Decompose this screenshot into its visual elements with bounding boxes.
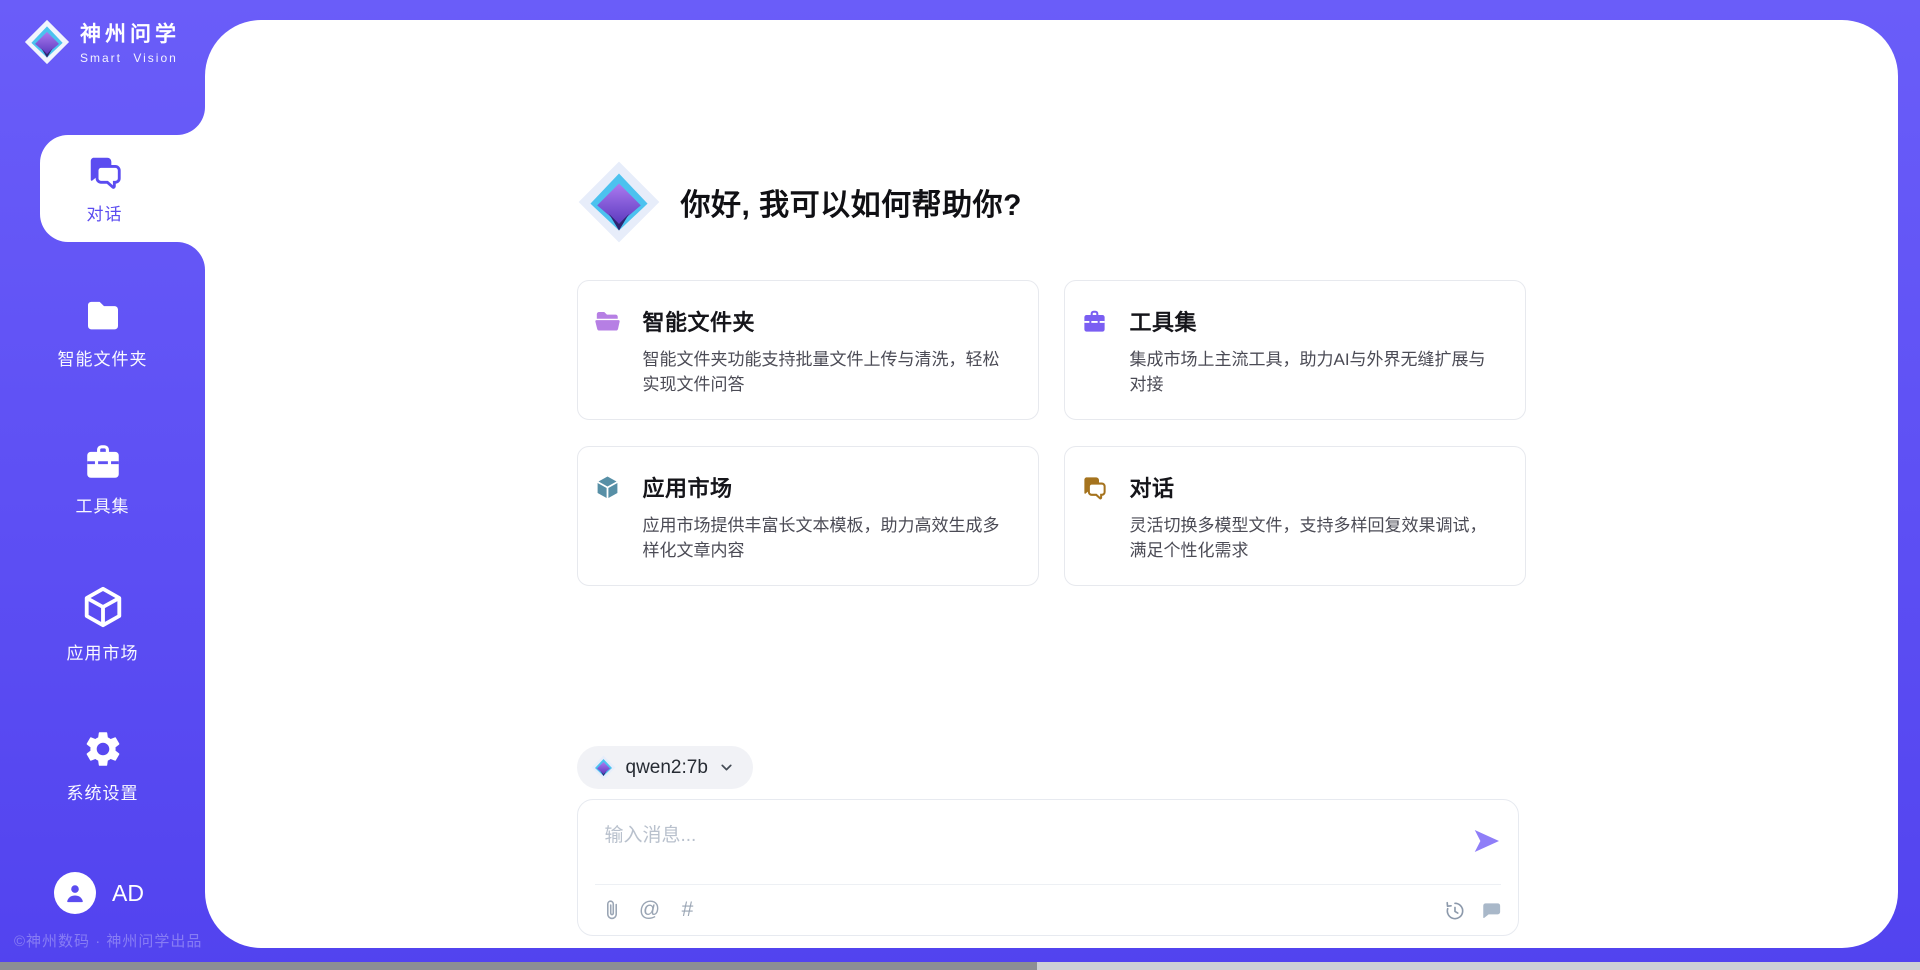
send-icon <box>1472 826 1502 856</box>
brand-text: 神州问学 Smart Vision <box>80 18 180 65</box>
assistant-logo-icon <box>577 160 661 244</box>
composer-right-group <box>1443 898 1504 922</box>
hash-button[interactable]: # <box>676 898 700 922</box>
copyright-text: ©神州数码 · 神州问学出品 <box>14 930 202 951</box>
card-description: 智能文件夹功能支持批量文件上传与清洗，轻松实现文件问答 <box>643 347 1015 397</box>
sidebar-item-chat[interactable]: 对话 <box>40 135 205 242</box>
card-app-market[interactable]: 应用市场 应用市场提供丰富长文本模板，助力高效生成多样化文章内容 <box>577 446 1039 586</box>
chevron-down-icon <box>718 759 735 776</box>
tab-fillet-top <box>177 107 205 135</box>
user-initials: AD <box>112 880 144 907</box>
user-profile[interactable]: AD <box>54 872 144 914</box>
card-description: 应用市场提供丰富长文本模板，助力高效生成多样化文章内容 <box>643 513 1015 563</box>
greeting-title: 你好, 我可以如何帮助你? <box>681 180 1023 224</box>
folder-icon <box>594 308 621 335</box>
cube-icon <box>594 474 621 501</box>
model-name: qwen2:7b <box>626 757 708 779</box>
folder-icon <box>82 296 124 336</box>
model-selector-row: qwen2:7b <box>577 746 1527 789</box>
card-smart-folders[interactable]: 智能文件夹 智能文件夹功能支持批量文件上传与清洗，轻松实现文件问答 <box>577 280 1039 420</box>
mention-button[interactable]: @ <box>638 898 662 922</box>
horizontal-scrollbar[interactable] <box>0 962 1920 970</box>
card-chat[interactable]: 对话 灵活切换多模型文件，支持多样回复效果调试，满足个性化需求 <box>1064 446 1526 586</box>
feature-cards: 智能文件夹 智能文件夹功能支持批量文件上传与清洗，轻松实现文件问答 工具集 集成… <box>577 280 1527 586</box>
send-button[interactable] <box>1472 826 1502 856</box>
card-title: 应用市场 <box>643 471 733 503</box>
brand-subtitle: Smart Vision <box>80 51 180 65</box>
main-content: 你好, 我可以如何帮助你? 智能文件夹 智能文件夹功能支持批量文件上传与清洗，轻… <box>577 160 1527 936</box>
sidebar: 神州问学 Smart Vision 对话 智能文件夹 工具集 <box>0 0 205 970</box>
history-icon <box>1443 899 1466 922</box>
toolbox-icon <box>1081 308 1108 335</box>
sidebar-item-label: 工具集 <box>76 492 130 517</box>
sidebar-item-market[interactable]: 应用市场 <box>0 584 205 664</box>
model-selector[interactable]: qwen2:7b <box>577 746 753 789</box>
sidebar-item-label: 对话 <box>87 200 123 225</box>
sidebar-item-label: 系统设置 <box>67 779 139 804</box>
avatar <box>54 872 96 914</box>
card-title: 对话 <box>1130 471 1175 503</box>
main-panel: 你好, 我可以如何帮助你? 智能文件夹 智能文件夹功能支持批量文件上传与清洗，轻… <box>205 20 1898 948</box>
composer-toolbar: @ # <box>600 885 1504 935</box>
sidebar-item-tools[interactable]: 工具集 <box>0 441 205 517</box>
attach-file-button[interactable] <box>600 898 624 922</box>
card-title: 智能文件夹 <box>643 305 756 337</box>
sidebar-item-settings[interactable]: 系统设置 <box>0 728 205 804</box>
scrollbar-thumb[interactable] <box>0 962 1037 970</box>
conversations-button[interactable] <box>1480 898 1504 922</box>
message-input[interactable] <box>605 820 1465 878</box>
person-icon <box>62 880 88 906</box>
tab-fillet-bottom <box>177 242 205 270</box>
sidebar-item-label: 智能文件夹 <box>58 345 148 370</box>
brand: 神州问学 Smart Vision <box>24 18 180 65</box>
composer: @ # <box>577 799 1519 936</box>
sidebar-item-label: 应用市场 <box>67 639 139 664</box>
greeting: 你好, 我可以如何帮助你? <box>577 160 1527 244</box>
history-button[interactable] <box>1443 898 1467 922</box>
chat-bubbles-icon <box>1081 474 1108 501</box>
cube-icon <box>80 584 126 630</box>
chat-bubbles-icon <box>86 153 124 191</box>
model-logo-icon <box>591 755 616 780</box>
gear-icon <box>82 728 124 770</box>
card-toolset[interactable]: 工具集 集成市场上主流工具，助力AI与外界无缝扩展与对接 <box>1064 280 1526 420</box>
chat-bubble-icon <box>1480 899 1503 922</box>
paperclip-icon <box>601 899 623 921</box>
brand-name: 神州问学 <box>80 18 180 48</box>
toolbox-icon <box>82 441 124 483</box>
sidebar-item-folders[interactable]: 智能文件夹 <box>0 296 205 370</box>
brand-logo-icon <box>24 19 70 65</box>
card-title: 工具集 <box>1130 305 1198 337</box>
card-description: 灵活切换多模型文件，支持多样回复效果调试，满足个性化需求 <box>1130 513 1502 563</box>
card-description: 集成市场上主流工具，助力AI与外界无缝扩展与对接 <box>1130 347 1502 397</box>
